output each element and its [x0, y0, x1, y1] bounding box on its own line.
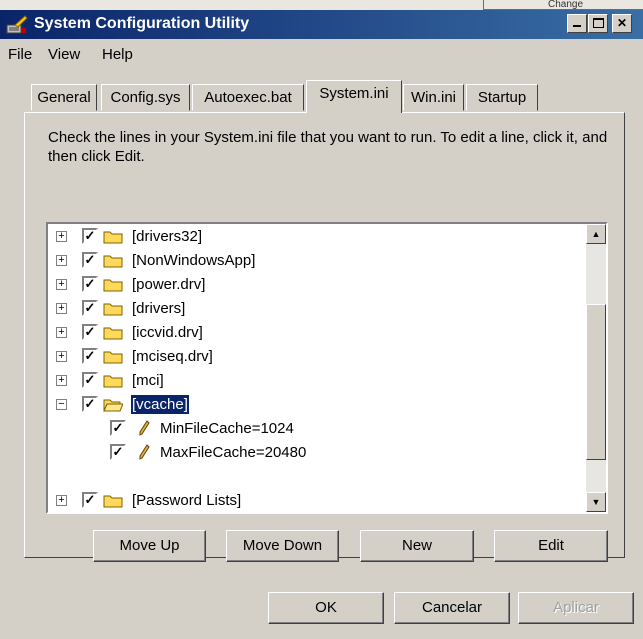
- move-up-button[interactable]: Move Up: [93, 530, 206, 562]
- app-icon: [6, 15, 28, 34]
- tree-item-label: [mciseq.drv]: [132, 348, 213, 365]
- arrow-down-icon: ▼: [591, 497, 601, 507]
- minimize-button[interactable]: [567, 14, 587, 33]
- tree-item-label: [drivers]: [132, 300, 186, 317]
- folder-icon: [103, 495, 123, 508]
- checkbox[interactable]: ✓: [82, 348, 98, 364]
- checkbox[interactable]: ✓: [82, 228, 98, 244]
- checkbox[interactable]: ✓: [82, 492, 98, 508]
- folder-icon: [103, 351, 123, 364]
- checkbox[interactable]: ✓: [110, 420, 126, 436]
- instructions-text: Check the lines in your System.ini file …: [48, 129, 608, 165]
- minimize-icon: [573, 25, 581, 27]
- tab-system-ini[interactable]: System.ini: [306, 80, 402, 113]
- scroll-down-button[interactable]: ▼: [586, 492, 606, 512]
- scroll-thumb[interactable]: [586, 304, 606, 460]
- tree-item-entry[interactable]: ✓ MinFileCache=1024: [48, 418, 578, 440]
- tab-config-sys[interactable]: Config.sys: [101, 84, 190, 111]
- tree-item-entry[interactable]: ✓ MaxFileCache=20480: [48, 442, 578, 464]
- menu-view[interactable]: View: [48, 46, 80, 63]
- tree-item[interactable]: + ✓ [drivers]: [48, 298, 578, 320]
- tree-item-label: [power.drv]: [132, 276, 206, 293]
- checkbox[interactable]: ✓: [82, 252, 98, 268]
- apply-button[interactable]: Aplicar: [518, 592, 634, 624]
- menu-help[interactable]: Help: [102, 46, 133, 63]
- background-strip: Change: [0, 0, 643, 10]
- tree-item[interactable]: + ✓ [drivers32]: [48, 226, 578, 248]
- folder-icon: [103, 279, 123, 292]
- maximize-icon: [592, 18, 604, 28]
- system-configuration-window: Change System Configuration Utility ✕ Fi…: [0, 0, 643, 639]
- tree-item[interactable]: + ✓ [NonWindowsApp]: [48, 250, 578, 272]
- folder-icon: [103, 375, 123, 388]
- folder-icon: [103, 255, 123, 268]
- expand-icon[interactable]: +: [56, 255, 67, 266]
- arrow-up-icon: ▲: [591, 229, 601, 239]
- checkbox[interactable]: ✓: [82, 396, 98, 412]
- scroll-up-button[interactable]: ▲: [586, 224, 606, 244]
- edit-button[interactable]: Edit: [494, 530, 608, 562]
- tree-item-label: [vcache]: [130, 394, 190, 415]
- checkbox[interactable]: ✓: [82, 300, 98, 316]
- window-title: System Configuration Utility: [34, 15, 250, 32]
- checkbox[interactable]: ✓: [82, 372, 98, 388]
- cancel-button[interactable]: Cancelar: [394, 592, 510, 624]
- tree-item[interactable]: + ✓ [mci]: [48, 370, 578, 392]
- expand-icon[interactable]: +: [56, 327, 67, 338]
- background-caption: Change: [483, 0, 643, 10]
- title-bar[interactable]: System Configuration Utility ✕: [0, 10, 643, 39]
- open-folder-icon: [103, 399, 123, 412]
- tree-item-selected[interactable]: − ✓ [vcache]: [48, 394, 578, 416]
- folder-icon: [103, 231, 123, 244]
- folder-icon: [103, 303, 123, 316]
- tree-item-label: MaxFileCache=20480: [160, 444, 307, 461]
- close-icon: ✕: [616, 16, 628, 30]
- tree-item[interactable]: + ✓ [Password Lists]: [48, 490, 578, 512]
- tree-item-label: [iccvid.drv]: [132, 324, 203, 341]
- maximize-button[interactable]: [588, 14, 608, 33]
- tree-item-label: [Password Lists]: [132, 492, 242, 509]
- pencil-icon: [139, 420, 150, 436]
- checkbox[interactable]: ✓: [82, 276, 98, 292]
- ok-button[interactable]: OK: [268, 592, 384, 624]
- tab-autoexec-bat[interactable]: Autoexec.bat: [192, 84, 304, 111]
- checkbox[interactable]: ✓: [82, 324, 98, 340]
- expand-icon[interactable]: +: [56, 495, 67, 506]
- menu-bar: File View Help: [0, 40, 643, 68]
- tab-win-ini[interactable]: Win.ini: [403, 84, 464, 111]
- tree-item[interactable]: + ✓ [power.drv]: [48, 274, 578, 296]
- tree-item-label: [NonWindowsApp]: [132, 252, 256, 269]
- tab-general[interactable]: General: [31, 84, 97, 111]
- tree-item-label: [mci]: [132, 372, 164, 389]
- expand-icon[interactable]: +: [56, 279, 67, 290]
- new-button[interactable]: New: [360, 530, 474, 562]
- tab-startup[interactable]: Startup: [466, 84, 538, 111]
- vertical-scrollbar[interactable]: ▲ ▼: [586, 224, 606, 512]
- expand-icon[interactable]: +: [56, 303, 67, 314]
- expand-icon[interactable]: +: [56, 231, 67, 242]
- tree-item[interactable]: + ✓ [mciseq.drv]: [48, 346, 578, 368]
- menu-file[interactable]: File: [8, 46, 32, 63]
- folder-icon: [103, 327, 123, 340]
- pencil-icon: [139, 444, 150, 460]
- system-ini-tree[interactable]: + ✓ [drivers32] + ✓ [NonWindowsApp] + ✓ …: [46, 222, 608, 514]
- tree-item-label: MinFileCache=1024: [160, 420, 294, 437]
- collapse-icon[interactable]: −: [56, 399, 67, 410]
- expand-icon[interactable]: +: [56, 351, 67, 362]
- move-down-button[interactable]: Move Down: [226, 530, 339, 562]
- checkbox[interactable]: ✓: [110, 444, 126, 460]
- tree-item-label: [drivers32]: [132, 228, 203, 245]
- close-button[interactable]: ✕: [612, 14, 632, 33]
- expand-icon[interactable]: +: [56, 375, 67, 386]
- tree-item[interactable]: + ✓ [iccvid.drv]: [48, 322, 578, 344]
